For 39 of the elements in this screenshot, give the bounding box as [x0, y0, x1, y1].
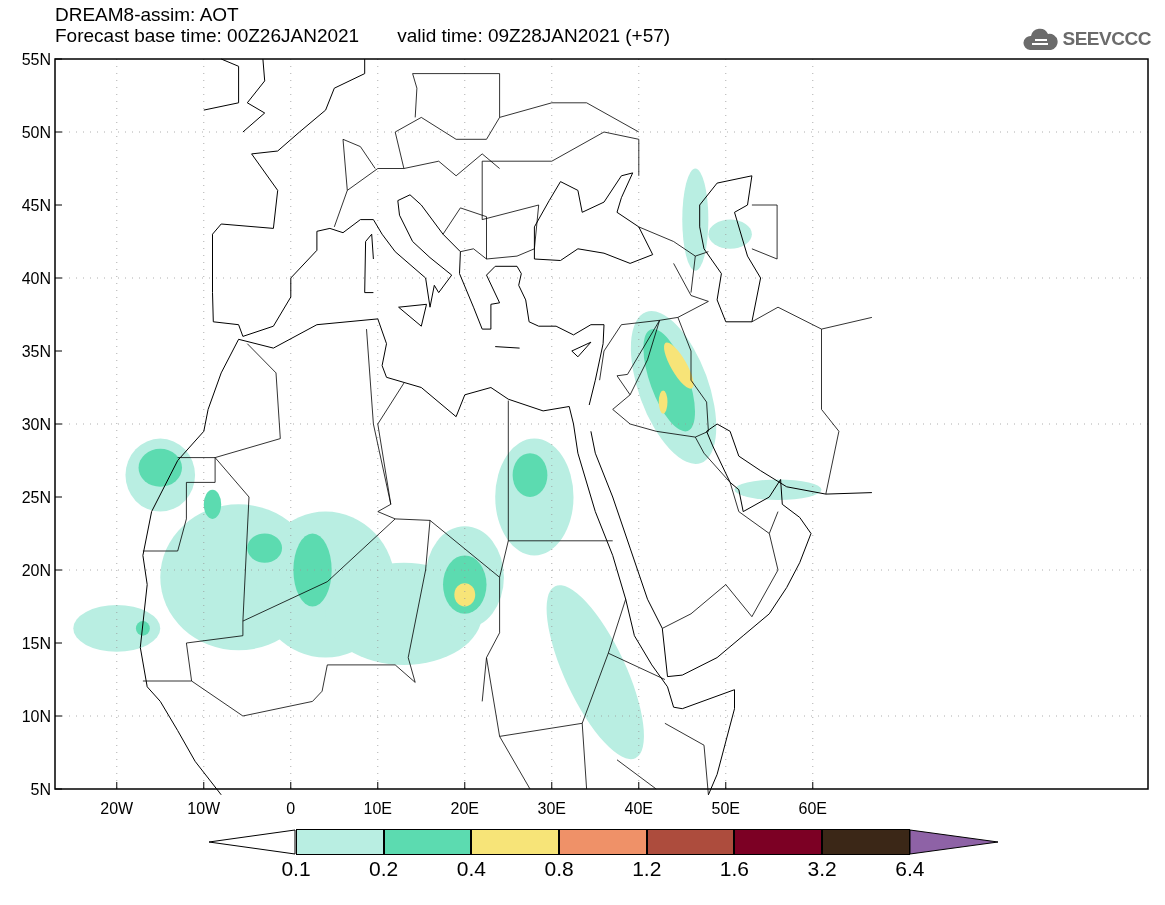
longitude-label: 10W: [187, 800, 221, 817]
colorbar-label: 0.2: [368, 857, 400, 881]
latitude-label: 20N: [21, 562, 51, 579]
valid-time-label: valid time: 09Z28JAN2021 (+57): [397, 25, 671, 46]
colorbar-label: 1.6: [718, 857, 751, 881]
latitude-label: 50N: [21, 124, 51, 141]
colorbar-label: 0.4: [455, 857, 487, 881]
base-time-label: Forecast base time: 00Z26JAN2021: [55, 25, 360, 46]
dust-area: [247, 533, 283, 563]
latitude-label: 10N: [21, 708, 51, 725]
longitude-label: 40E: [624, 800, 653, 817]
colorbar-label: 0.1: [280, 857, 312, 881]
longitude-label: 60E: [798, 800, 827, 817]
dust-area: [512, 453, 548, 497]
logo-text: SEEVCCC: [1062, 26, 1151, 51]
longitude-label: 0: [286, 800, 296, 817]
longitude-label: 20W: [100, 800, 134, 817]
plot-title: DREAM8-assim: AOT: [55, 4, 240, 25]
latitude-label: 25N: [21, 489, 51, 506]
latitude-label: 35N: [21, 343, 51, 360]
latitude-label: 5N: [30, 781, 51, 798]
colorbar-label: 6.4: [894, 857, 926, 881]
longitude-label: 10E: [363, 800, 392, 817]
dust-area: [203, 489, 222, 519]
dust-area: [138, 448, 182, 487]
colorbar-label: 1.2: [631, 857, 663, 881]
colorbar-label: 3.2: [806, 857, 838, 881]
colorbar-label: 0.8: [543, 857, 575, 881]
longitude-label: 30E: [537, 800, 566, 817]
cloud-logo-icon: [1022, 26, 1059, 52]
latitude-label: 55N: [21, 51, 51, 68]
longitude-label: 20E: [450, 800, 479, 817]
dust-area: [135, 621, 150, 636]
dense-dust-area: [454, 583, 476, 607]
longitude-label: 50E: [711, 800, 740, 817]
latitude-label: 30N: [21, 416, 51, 433]
latitude-label: 45N: [21, 197, 51, 214]
latitude-label: 15N: [21, 635, 51, 652]
latitude-label: 40N: [21, 270, 51, 287]
